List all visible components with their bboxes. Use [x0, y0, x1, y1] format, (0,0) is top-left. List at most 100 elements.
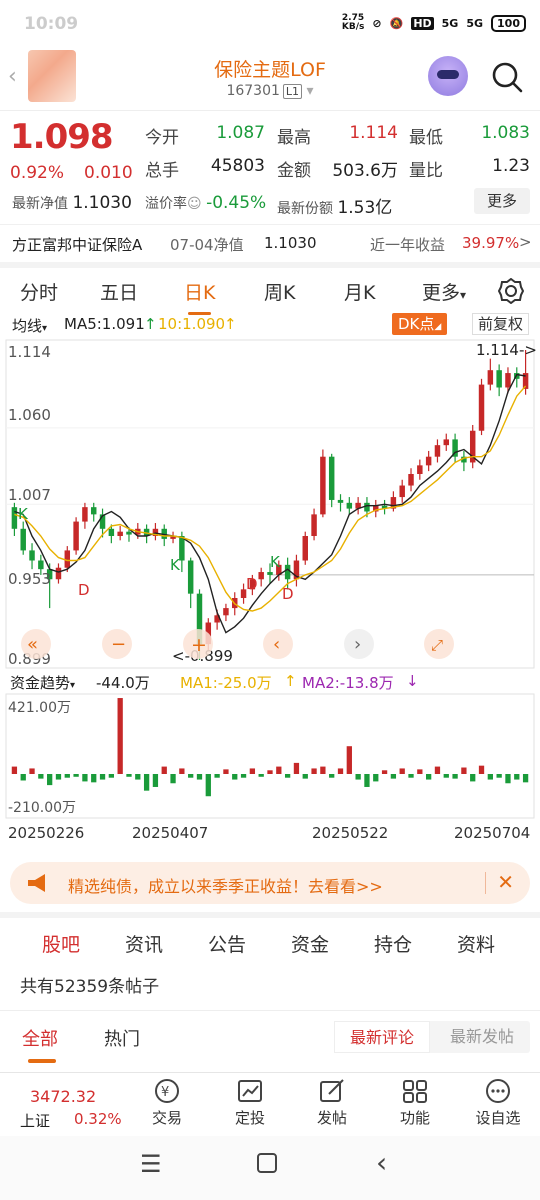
index-name: 上证 — [20, 1112, 51, 1130]
rewind-button[interactable]: « — [21, 629, 51, 659]
info-icon[interactable]: ☺ — [187, 196, 202, 212]
chevron-right-icon[interactable]: > — [519, 233, 532, 251]
active-indicator — [28, 1059, 56, 1063]
candle-body — [64, 550, 71, 568]
code-text: 167301 — [226, 83, 280, 99]
fund-date: 07-04净值 — [170, 236, 244, 254]
promo-banner[interactable]: 精选纯债，成立以来季季正收益！去看看>> ✕ — [10, 862, 530, 904]
fullscreen-icon[interactable]: ⤢ — [424, 629, 454, 659]
assistant-robot-icon[interactable] — [428, 56, 468, 96]
candle-body — [434, 445, 441, 457]
close-icon[interactable]: ✕ — [497, 870, 514, 894]
candle-body — [425, 456, 432, 466]
prev-button[interactable]: ‹ — [263, 629, 293, 659]
tab-hot[interactable]: 热门 — [104, 1025, 140, 1051]
d-signal: D — [246, 575, 258, 593]
back-icon[interactable]: ‹ — [376, 1146, 387, 1179]
flow-chart[interactable]: 421.00万 -210.00万 20250226 20250407 20250… — [0, 692, 540, 848]
index-ticker[interactable]: 3472.32 上证 0.32% — [0, 1073, 122, 1135]
up-arrow-icon: ↑ — [284, 672, 297, 690]
nav-functions[interactable]: 功能 — [385, 1077, 445, 1128]
candle-body — [55, 567, 62, 580]
flow-bar — [196, 774, 203, 780]
candle-body — [417, 465, 423, 474]
svg-text:«: « — [27, 634, 38, 655]
zoom-in-button[interactable]: + — [183, 629, 213, 659]
high-label: 最高 — [277, 128, 311, 148]
flow-bar — [143, 774, 150, 791]
nav-watchlist[interactable]: 设自选 — [468, 1077, 528, 1128]
tab-holdings[interactable]: 持仓 — [374, 930, 412, 957]
tab-daily-k[interactable]: 日K — [184, 278, 215, 315]
search-icon[interactable] — [490, 60, 524, 94]
flow-bottom-label: -210.00万 — [8, 800, 76, 816]
candle-body — [82, 507, 88, 522]
divider — [485, 872, 486, 894]
fund-name: 方正富邦中证保险A — [12, 236, 143, 254]
k-signal: K — [270, 553, 281, 571]
dk-point-button[interactable]: DK点◢ — [392, 313, 448, 335]
tab-more[interactable]: 更多▾ — [422, 278, 466, 305]
flow-bar — [29, 768, 35, 774]
return-label: 近一年收益 — [370, 236, 446, 254]
flow-selector[interactable]: 资金趋势▾ — [10, 672, 75, 693]
flow-bar — [381, 770, 388, 774]
nav-invest[interactable]: 定投 — [220, 1077, 280, 1128]
tab-weekly-k[interactable]: 周K — [264, 278, 295, 305]
signal-2: 5G — [466, 16, 484, 30]
gear-icon[interactable] — [498, 278, 524, 304]
shares-value: 1.53亿 — [337, 198, 393, 218]
high-value: 1.114 — [349, 123, 398, 143]
chart-controls: « − + ‹ › ⤢ — [21, 629, 454, 659]
volume-value: 45803 — [210, 156, 265, 176]
vol-ratio-label: 量比 — [409, 161, 443, 181]
flow-bar — [470, 774, 476, 782]
tab-monthly-k[interactable]: 月K — [344, 278, 375, 305]
nav-functions-label: 功能 — [399, 1109, 430, 1127]
status-icons: 2.75 KB/s ⊘ 🔕 HD 5G 5G 100 — [342, 14, 526, 32]
ma-selector[interactable]: 均线▾ — [12, 315, 47, 336]
megaphone-icon — [28, 874, 45, 892]
flow-bar — [443, 774, 449, 778]
shares-label: 最新份额 — [277, 201, 333, 217]
tab-5day[interactable]: 五日 — [100, 278, 138, 305]
kline-chart[interactable]: 1.114 1.060 1.007 0.953 0.899 <-0.899 1.… — [0, 338, 540, 670]
open-label: 今开 — [145, 128, 179, 148]
flow-bar — [38, 774, 44, 779]
candle-body — [302, 536, 308, 561]
tab-guba[interactable]: 股吧 — [42, 930, 80, 957]
flow-bar — [82, 774, 88, 782]
header: ‹ 保险主题LOF 167301 L1 ▾ — [0, 50, 540, 108]
flow-bar — [417, 769, 423, 774]
candle-body — [337, 499, 344, 503]
adjust-button[interactable]: 前复权 — [472, 313, 530, 335]
home-icon[interactable] — [257, 1153, 277, 1173]
tab-all[interactable]: 全部 — [22, 1025, 58, 1051]
tab-news[interactable]: 资讯 — [125, 930, 163, 957]
candle-body — [29, 550, 35, 561]
nav-trade[interactable]: ¥ 交易 — [137, 1077, 197, 1128]
nav-invest-label: 定投 — [234, 1109, 265, 1127]
candle-body — [126, 531, 132, 535]
menu-icon[interactable]: ☰ — [140, 1150, 162, 1178]
nav-post[interactable]: 发帖 — [302, 1077, 362, 1128]
tab-announcements[interactable]: 公告 — [208, 930, 246, 957]
sort-latest-post[interactable]: 最新发帖 — [434, 1021, 530, 1053]
zoom-out-button[interactable]: − — [102, 629, 132, 659]
status-bar: 10:09 2.75 KB/s ⊘ 🔕 HD 5G 5G 100 — [0, 0, 540, 50]
fund-row[interactable]: 方正富邦中证保险A 07-04净值 1.1030 近一年收益 39.97% > — [0, 224, 540, 262]
more-button[interactable]: 更多 — [474, 188, 530, 214]
mute-icon: 🔕 — [389, 16, 404, 30]
next-button[interactable]: › — [344, 629, 374, 659]
shares-row: 最新份额 1.53亿 — [277, 193, 392, 218]
tab-profile[interactable]: 资料 — [457, 930, 495, 957]
flow-bar — [126, 774, 132, 777]
candle-body — [90, 507, 97, 515]
flow-bar — [373, 774, 379, 782]
chevron-down-icon[interactable]: ▾ — [307, 83, 314, 99]
ma-row: 均线▾ MA5:1.091 ↑ 10:1.090 ↑ DK点◢ 前复权 — [0, 312, 540, 338]
premium-value: -0.45% — [206, 193, 267, 213]
sort-latest-comment[interactable]: 最新评论 — [334, 1021, 430, 1053]
tab-intraday[interactable]: 分时 — [20, 278, 58, 305]
tab-funds[interactable]: 资金 — [291, 930, 329, 957]
